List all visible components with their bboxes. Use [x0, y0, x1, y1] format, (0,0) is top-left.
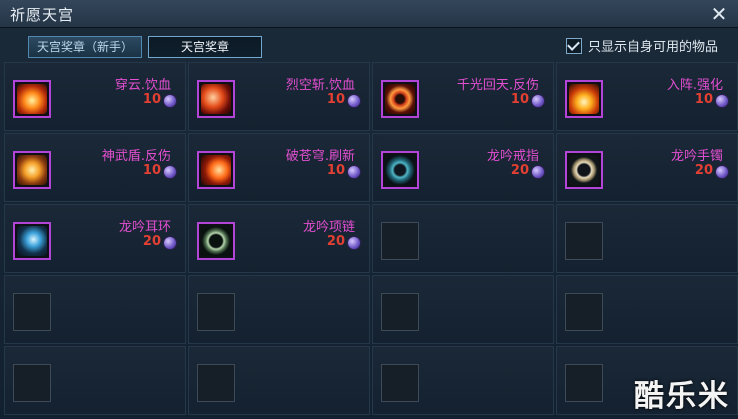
dragon-necklace-icon: [201, 226, 231, 256]
fire-bow-icon: [201, 155, 231, 185]
medal-coin-icon: [163, 165, 177, 179]
medal-coin-icon: [347, 94, 361, 108]
item-name: 神武盾.反伤: [101, 149, 171, 164]
golden-shield-icon: [17, 155, 47, 185]
medal-coin-icon: [347, 236, 361, 250]
medal-coin-icon: [347, 165, 361, 179]
empty-slot[interactable]: [381, 293, 419, 331]
shop-item[interactable]: 破苍穹.刷新 10: [188, 133, 370, 202]
shop-item[interactable]: 神武盾.反伤 10: [4, 133, 186, 202]
empty-slot[interactable]: [197, 293, 235, 331]
empty-slot[interactable]: [381, 364, 419, 402]
tab-medal-novice[interactable]: 天宫奖章（新手）: [28, 36, 143, 58]
shop-window: 祈愿天宫 ✕ 天宫奖章（新手） 天宫奖章 只显示自身可用的物品 穿云.饮血 10…: [0, 0, 738, 419]
item-slot[interactable]: [565, 80, 603, 118]
empty-cell: [4, 346, 186, 415]
empty-cell: [372, 275, 554, 344]
shop-item[interactable]: 穿云.饮血 10: [4, 62, 186, 131]
item-price: 10: [142, 163, 161, 178]
item-price: 20: [694, 163, 713, 178]
item-slot[interactable]: [565, 151, 603, 189]
shop-item[interactable]: 烈空斩.饮血 10: [188, 62, 370, 131]
medal-coin-icon: [163, 236, 177, 250]
watermark: 酷乐米: [634, 379, 730, 414]
empty-cell: [556, 275, 738, 344]
item-slot[interactable]: [13, 151, 51, 189]
usable-only-label: 只显示自身可用的物品: [587, 40, 718, 55]
shop-item[interactable]: 龙吟手镯 20: [556, 133, 738, 202]
item-price: 20: [326, 234, 345, 249]
empty-cell: [188, 275, 370, 344]
item-slot[interactable]: [197, 80, 235, 118]
red-crescent-icon: [201, 84, 231, 114]
empty-slot[interactable]: [565, 364, 603, 402]
empty-cell: [4, 275, 186, 344]
empty-cell: [556, 204, 738, 273]
empty-slot[interactable]: [197, 364, 235, 402]
item-slot[interactable]: [197, 151, 235, 189]
medal-coin-icon: [715, 165, 729, 179]
shop-item[interactable]: 千光回天.反伤 10: [372, 62, 554, 131]
item-name: 龙吟耳环: [118, 220, 171, 235]
usable-only-filter[interactable]: 只显示自身可用的物品: [565, 36, 718, 55]
item-slot[interactable]: [13, 80, 51, 118]
item-grid: 穿云.饮血 10 烈空斩.饮血 10 千光回天.反伤 10 入阵.强化 10 神…: [4, 62, 738, 419]
empty-slot[interactable]: [13, 364, 51, 402]
item-price: 10: [694, 92, 713, 107]
medal-coin-icon: [531, 165, 545, 179]
window-title: 祈愿天宫: [10, 6, 75, 24]
empty-slot[interactable]: [565, 222, 603, 260]
close-icon[interactable]: ✕: [708, 3, 730, 25]
empty-slot[interactable]: [13, 293, 51, 331]
empty-slot[interactable]: [565, 293, 603, 331]
medal-coin-icon: [715, 94, 729, 108]
item-price: 10: [142, 92, 161, 107]
fire-ring-icon: [385, 84, 415, 114]
shop-item[interactable]: 入阵.强化 10: [556, 62, 738, 131]
item-price: 10: [510, 92, 529, 107]
shop-item[interactable]: 龙吟项链 20: [188, 204, 370, 273]
fire-slash-icon: [17, 84, 47, 114]
item-price: 20: [510, 163, 529, 178]
item-name: 千光回天.反伤: [456, 78, 539, 93]
medal-coin-icon: [531, 94, 545, 108]
empty-slot[interactable]: [381, 222, 419, 260]
shop-item[interactable]: 龙吟耳环 20: [4, 204, 186, 273]
item-slot[interactable]: [197, 222, 235, 260]
item-slot[interactable]: [381, 80, 419, 118]
item-name: 穿云.饮血: [114, 78, 171, 93]
item-slot[interactable]: [13, 222, 51, 260]
empty-cell: [372, 346, 554, 415]
item-price: 10: [326, 163, 345, 178]
title-bar: 祈愿天宫 ✕: [0, 0, 738, 28]
empty-cell: [372, 204, 554, 273]
item-slot[interactable]: [381, 151, 419, 189]
item-price: 10: [326, 92, 345, 107]
empty-cell: [188, 346, 370, 415]
item-name: 破苍穹.刷新: [285, 149, 355, 164]
shop-item[interactable]: 龙吟戒指 20: [372, 133, 554, 202]
flame-burst-icon: [569, 84, 599, 114]
medal-coin-icon: [163, 94, 177, 108]
item-name: 龙吟手镯: [670, 149, 723, 164]
tab-medal[interactable]: 天宫奖章: [148, 36, 263, 58]
item-price: 20: [142, 234, 161, 249]
item-name: 入阵.强化: [666, 78, 723, 93]
item-name: 龙吟戒指: [486, 149, 539, 164]
dragon-earring-icon: [17, 226, 47, 256]
item-name: 烈空斩.饮血: [285, 78, 355, 93]
dragon-ring-icon: [385, 155, 415, 185]
item-name: 龙吟项链: [302, 220, 355, 235]
dragon-bracelet-icon: [569, 155, 599, 185]
usable-only-checkbox[interactable]: [565, 37, 582, 54]
tab-bar: 天宫奖章（新手） 天宫奖章: [28, 36, 263, 58]
